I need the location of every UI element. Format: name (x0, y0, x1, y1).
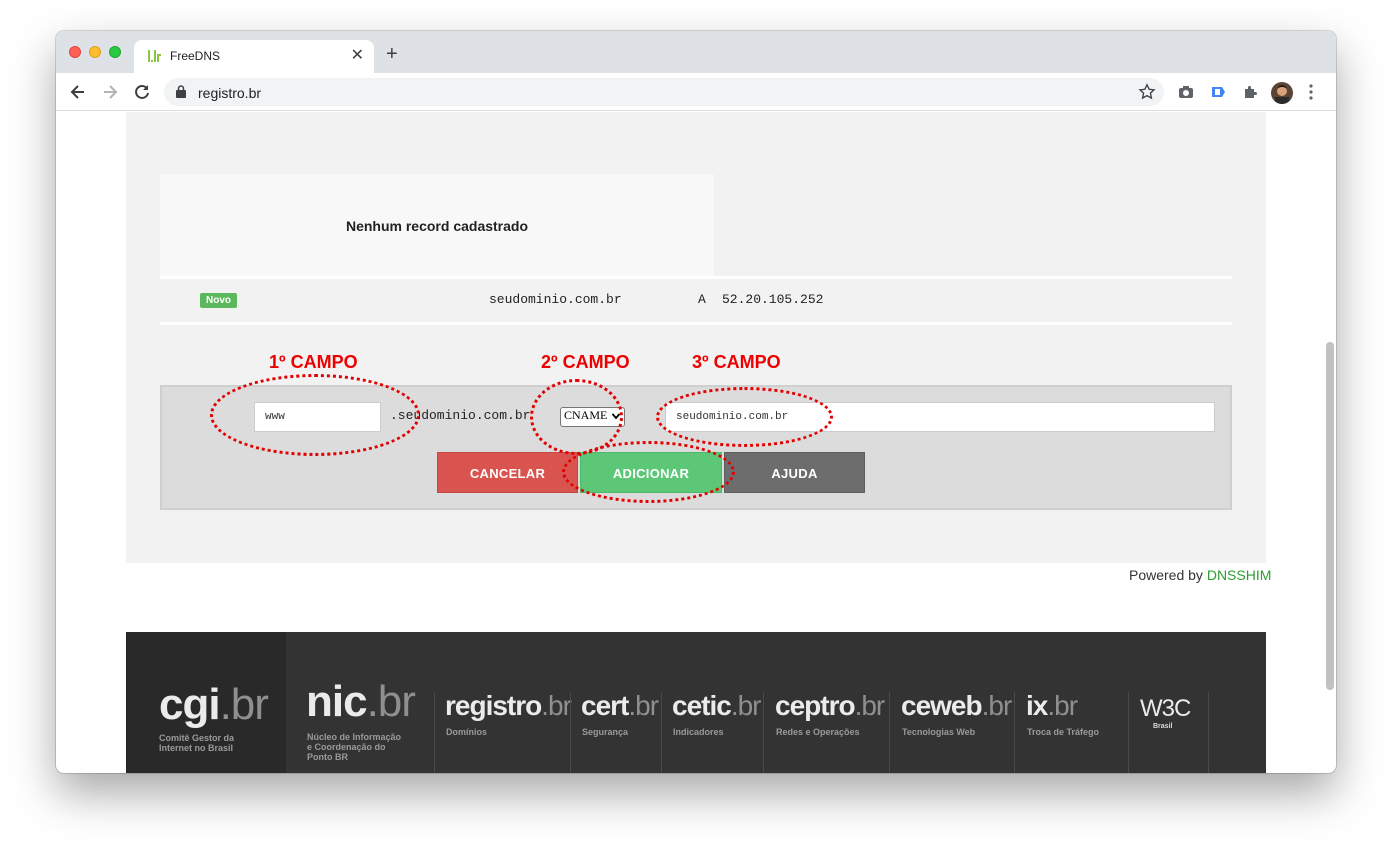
footer-w3c-caption: Brasil (1153, 723, 1173, 730)
annotation-ellipse-add-button (562, 441, 735, 503)
footer-ceptro-caption: Redes e Operações (776, 727, 860, 737)
footer-logo-nic[interactable]: nic.br (306, 677, 416, 727)
tab-title: FreeDNS (170, 49, 221, 63)
lock-icon (176, 85, 186, 98)
footer-nic-caption: Núcleo de Informação e Coordenação do Pont… (307, 732, 402, 762)
new-record-type: A (698, 292, 706, 307)
browser-window: FreeDNS ✕ + registro.br Nenhum record ca… (56, 31, 1336, 773)
dnsshim-link[interactable]: DNSSHIM (1207, 567, 1272, 583)
row-divider (160, 322, 1232, 325)
dns-panel: Nenhum record cadastrado Novo seudominio… (126, 112, 1266, 563)
footer-divider (1128, 692, 1129, 773)
annotation-field-1: 1º CAMPO (269, 352, 358, 372)
powered-by-prefix: Powered by (1129, 567, 1203, 583)
footer-divider (1208, 692, 1209, 773)
footer-logo-cert[interactable]: cert.br (581, 690, 659, 722)
close-window-button[interactable] (69, 46, 81, 58)
tab-freedns[interactable]: FreeDNS ✕ (134, 40, 374, 73)
page-scrollbar-thumb[interactable] (1326, 342, 1334, 690)
forward-arrow-icon[interactable] (100, 82, 120, 102)
extension-blue-icon[interactable] (1209, 83, 1227, 101)
profile-avatar-icon (1275, 85, 1289, 104)
url-text: registro.br (198, 85, 262, 101)
new-record-value: 52.20.105.252 (722, 292, 824, 307)
footer-ceweb-caption: Tecnologias Web (902, 727, 976, 737)
bookmark-star-icon[interactable] (1138, 83, 1156, 101)
footer-divider (889, 692, 890, 773)
footer-divider (434, 692, 435, 773)
footer-divider (763, 692, 764, 773)
powered-by: Powered by DNSSHIM (1129, 567, 1271, 583)
address-bar[interactable]: registro.br (164, 78, 1164, 106)
footer-registro-caption: Domínios (446, 727, 488, 737)
annotation-ellipse-field-1 (210, 374, 420, 456)
tab-bar: FreeDNS ✕ + (56, 31, 1336, 73)
site-footer: cgi.br Comitê Gestor da Internet no Brasi… (126, 632, 1266, 773)
footer-cetic-caption: Indicadores (673, 727, 724, 737)
row-divider (160, 276, 1232, 279)
footer-cgi-caption: Comitê Gestor da Internet no Brasil (159, 733, 235, 753)
footer-divider (1014, 692, 1015, 773)
registro-br-favicon-icon (148, 50, 161, 62)
footer-logo-cetic[interactable]: cetic.br (672, 690, 762, 722)
new-record-badge: Novo (200, 293, 237, 308)
close-tab-icon[interactable]: ✕ (351, 46, 364, 66)
footer-logo-ceptro[interactable]: ceptro.br (775, 690, 885, 722)
records-empty-box: Nenhum record cadastrado (160, 174, 714, 276)
camera-icon[interactable] (1177, 83, 1195, 101)
footer-logo-ix[interactable]: ix.br (1026, 690, 1078, 722)
footer-logo-registro[interactable]: registro.br (445, 690, 572, 722)
footer-logo-cgi[interactable]: cgi.br (159, 680, 269, 730)
puzzle-extensions-icon[interactable] (1241, 83, 1259, 101)
annotation-field-2: 2º CAMPO (541, 352, 630, 372)
back-arrow-icon[interactable] (68, 82, 88, 102)
footer-divider (661, 692, 662, 773)
annotation-ellipse-field-3 (656, 387, 833, 447)
footer-logo-ceweb[interactable]: ceweb.br (901, 690, 1012, 722)
minimize-window-button[interactable] (89, 46, 101, 58)
reload-icon[interactable] (132, 82, 152, 102)
cancel-button[interactable]: CANCELAR (437, 452, 578, 493)
footer-ix-caption: Troca de Tráfego (1027, 727, 1100, 737)
footer-divider (570, 692, 571, 773)
new-record-name: seudominio.com.br (489, 292, 622, 307)
annotation-field-3: 3º CAMPO (692, 352, 781, 372)
new-tab-button[interactable]: + (386, 44, 398, 64)
browser-toolbar: registro.br (56, 73, 1336, 111)
maximize-window-button[interactable] (109, 46, 121, 58)
profile-avatar[interactable] (1271, 82, 1293, 104)
empty-records-message: Nenhum record cadastrado (345, 218, 529, 234)
footer-logo-w3c[interactable]: W3C (1140, 695, 1191, 723)
menu-kebab-icon[interactable] (1308, 83, 1314, 101)
page-content: Nenhum record cadastrado Novo seudominio… (56, 112, 1336, 773)
footer-cert-caption: Segurança (582, 727, 629, 737)
help-button[interactable]: AJUDA (724, 452, 865, 493)
